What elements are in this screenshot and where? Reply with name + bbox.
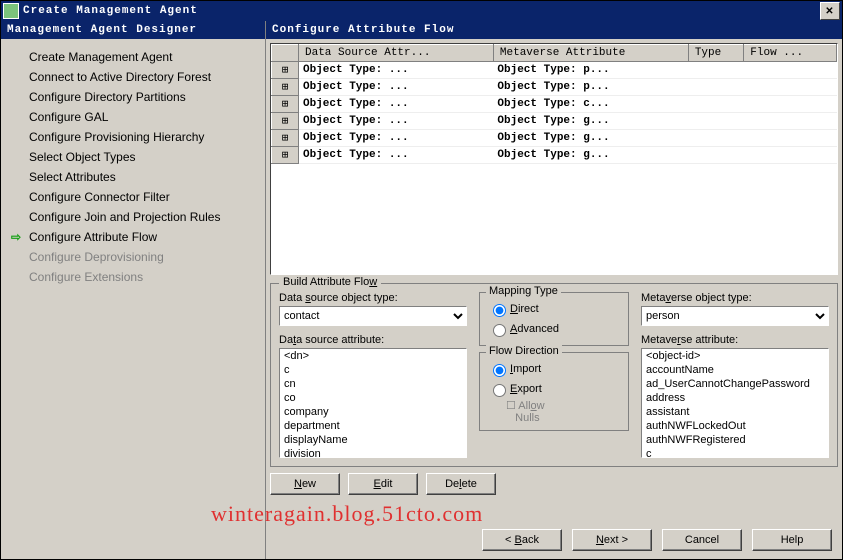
list-item[interactable]: division (280, 447, 466, 458)
sidebar-step-8[interactable]: Configure Join and Projection Rules (5, 207, 261, 227)
close-icon[interactable]: ✕ (820, 2, 840, 20)
list-item[interactable]: ad_UserCannotChangePassword (642, 377, 828, 391)
sidebar-step-0[interactable]: Create Management Agent (5, 47, 261, 67)
sidebar-step-5[interactable]: Select Object Types (5, 147, 261, 167)
delete-button[interactable]: Delete (426, 473, 496, 495)
list-item[interactable]: c (280, 363, 466, 377)
grid-col[interactable]: Type (688, 45, 743, 62)
list-item[interactable]: cn (280, 377, 466, 391)
flow-import-radio[interactable] (493, 364, 506, 377)
list-item[interactable]: accountName (642, 363, 828, 377)
list-item[interactable]: authNWFRegistered (642, 433, 828, 447)
sidebar-step-9[interactable]: Configure Attribute Flow (5, 227, 261, 247)
mv-type-select[interactable]: person (641, 306, 829, 326)
ds-attr-list[interactable]: <dn>ccncocompanydepartmentdisplayNamediv… (279, 348, 467, 458)
list-item[interactable]: address (642, 391, 828, 405)
sidebar-step-10: Configure Deprovisioning (5, 247, 261, 267)
build-legend: Build Attribute Flow (279, 276, 381, 288)
list-item[interactable]: authNWFLockedOut (642, 419, 828, 433)
mv-type-label: Metaverse object type: (641, 292, 829, 304)
sidebar-step-7[interactable]: Configure Connector Filter (5, 187, 261, 207)
list-item[interactable]: co (280, 391, 466, 405)
cancel-button[interactable]: Cancel (662, 529, 742, 551)
ds-type-label: Data source object type: (279, 292, 467, 304)
flow-direction-group: Flow Direction Import Export ☐ Allow Nul… (479, 352, 629, 431)
list-item[interactable]: company (280, 405, 466, 419)
mapping-legend: Mapping Type (486, 285, 561, 297)
window-title: Create Management Agent (23, 5, 198, 17)
mv-attr-list[interactable]: <object-id>accountNamead_UserCannotChang… (641, 348, 829, 458)
app-icon (3, 3, 19, 19)
sidebar-header: Management Agent Designer (1, 21, 265, 39)
flow-export-radio[interactable] (493, 384, 506, 397)
ds-attr-label: Data source attribute: (279, 334, 467, 346)
mapping-direct-radio[interactable] (493, 304, 506, 317)
list-item[interactable]: <object-id> (642, 349, 828, 363)
grid-col[interactable]: Flow ... (744, 45, 837, 62)
allow-nulls-check: ☐ Allow Nulls (488, 399, 620, 424)
new-button[interactable]: New (270, 473, 340, 495)
table-row[interactable]: ⊞Object Type: ...Object Type: g... (272, 130, 837, 147)
build-attribute-flow-group: Build Attribute Flow Data source object … (270, 283, 838, 467)
list-item[interactable]: <dn> (280, 349, 466, 363)
sidebar-step-3[interactable]: Configure GAL (5, 107, 261, 127)
grid-col[interactable]: Data Source Attr... (299, 45, 494, 62)
back-button[interactable]: < Back (482, 529, 562, 551)
list-item[interactable]: c (642, 447, 828, 458)
table-row[interactable]: ⊞Object Type: ...Object Type: g... (272, 147, 837, 164)
sidebar-step-1[interactable]: Connect to Active Directory Forest (5, 67, 261, 87)
flow-legend: Flow Direction (486, 345, 562, 357)
mapping-advanced-radio[interactable] (493, 324, 506, 337)
help-button[interactable]: Help (752, 529, 832, 551)
table-row[interactable]: ⊞Object Type: ...Object Type: g... (272, 113, 837, 130)
sidebar: Management Agent Designer Create Managem… (1, 21, 265, 559)
table-row[interactable]: ⊞Object Type: ...Object Type: p... (272, 62, 837, 79)
sidebar-step-4[interactable]: Configure Provisioning Hierarchy (5, 127, 261, 147)
list-item[interactable]: displayName (280, 433, 466, 447)
ds-type-select[interactable]: contact (279, 306, 467, 326)
list-item[interactable]: department (280, 419, 466, 433)
main-header: Configure Attribute Flow (266, 21, 842, 39)
sidebar-step-2[interactable]: Configure Directory Partitions (5, 87, 261, 107)
sidebar-step-6[interactable]: Select Attributes (5, 167, 261, 187)
list-item[interactable]: assistant (642, 405, 828, 419)
attribute-flow-grid[interactable]: Data Source Attr...Metaverse AttributeTy… (270, 43, 838, 275)
mapping-type-group: Mapping Type Direct Advanced (479, 292, 629, 346)
table-row[interactable]: ⊞Object Type: ...Object Type: c... (272, 96, 837, 113)
mv-attr-label: Metaverse attribute: (641, 334, 829, 346)
next-button[interactable]: Next > (572, 529, 652, 551)
window-titlebar: Create Management Agent ✕ (1, 1, 842, 21)
sidebar-step-11: Configure Extensions (5, 267, 261, 287)
grid-col[interactable]: Metaverse Attribute (493, 45, 688, 62)
edit-button[interactable]: Edit (348, 473, 418, 495)
table-row[interactable]: ⊞Object Type: ...Object Type: p... (272, 79, 837, 96)
